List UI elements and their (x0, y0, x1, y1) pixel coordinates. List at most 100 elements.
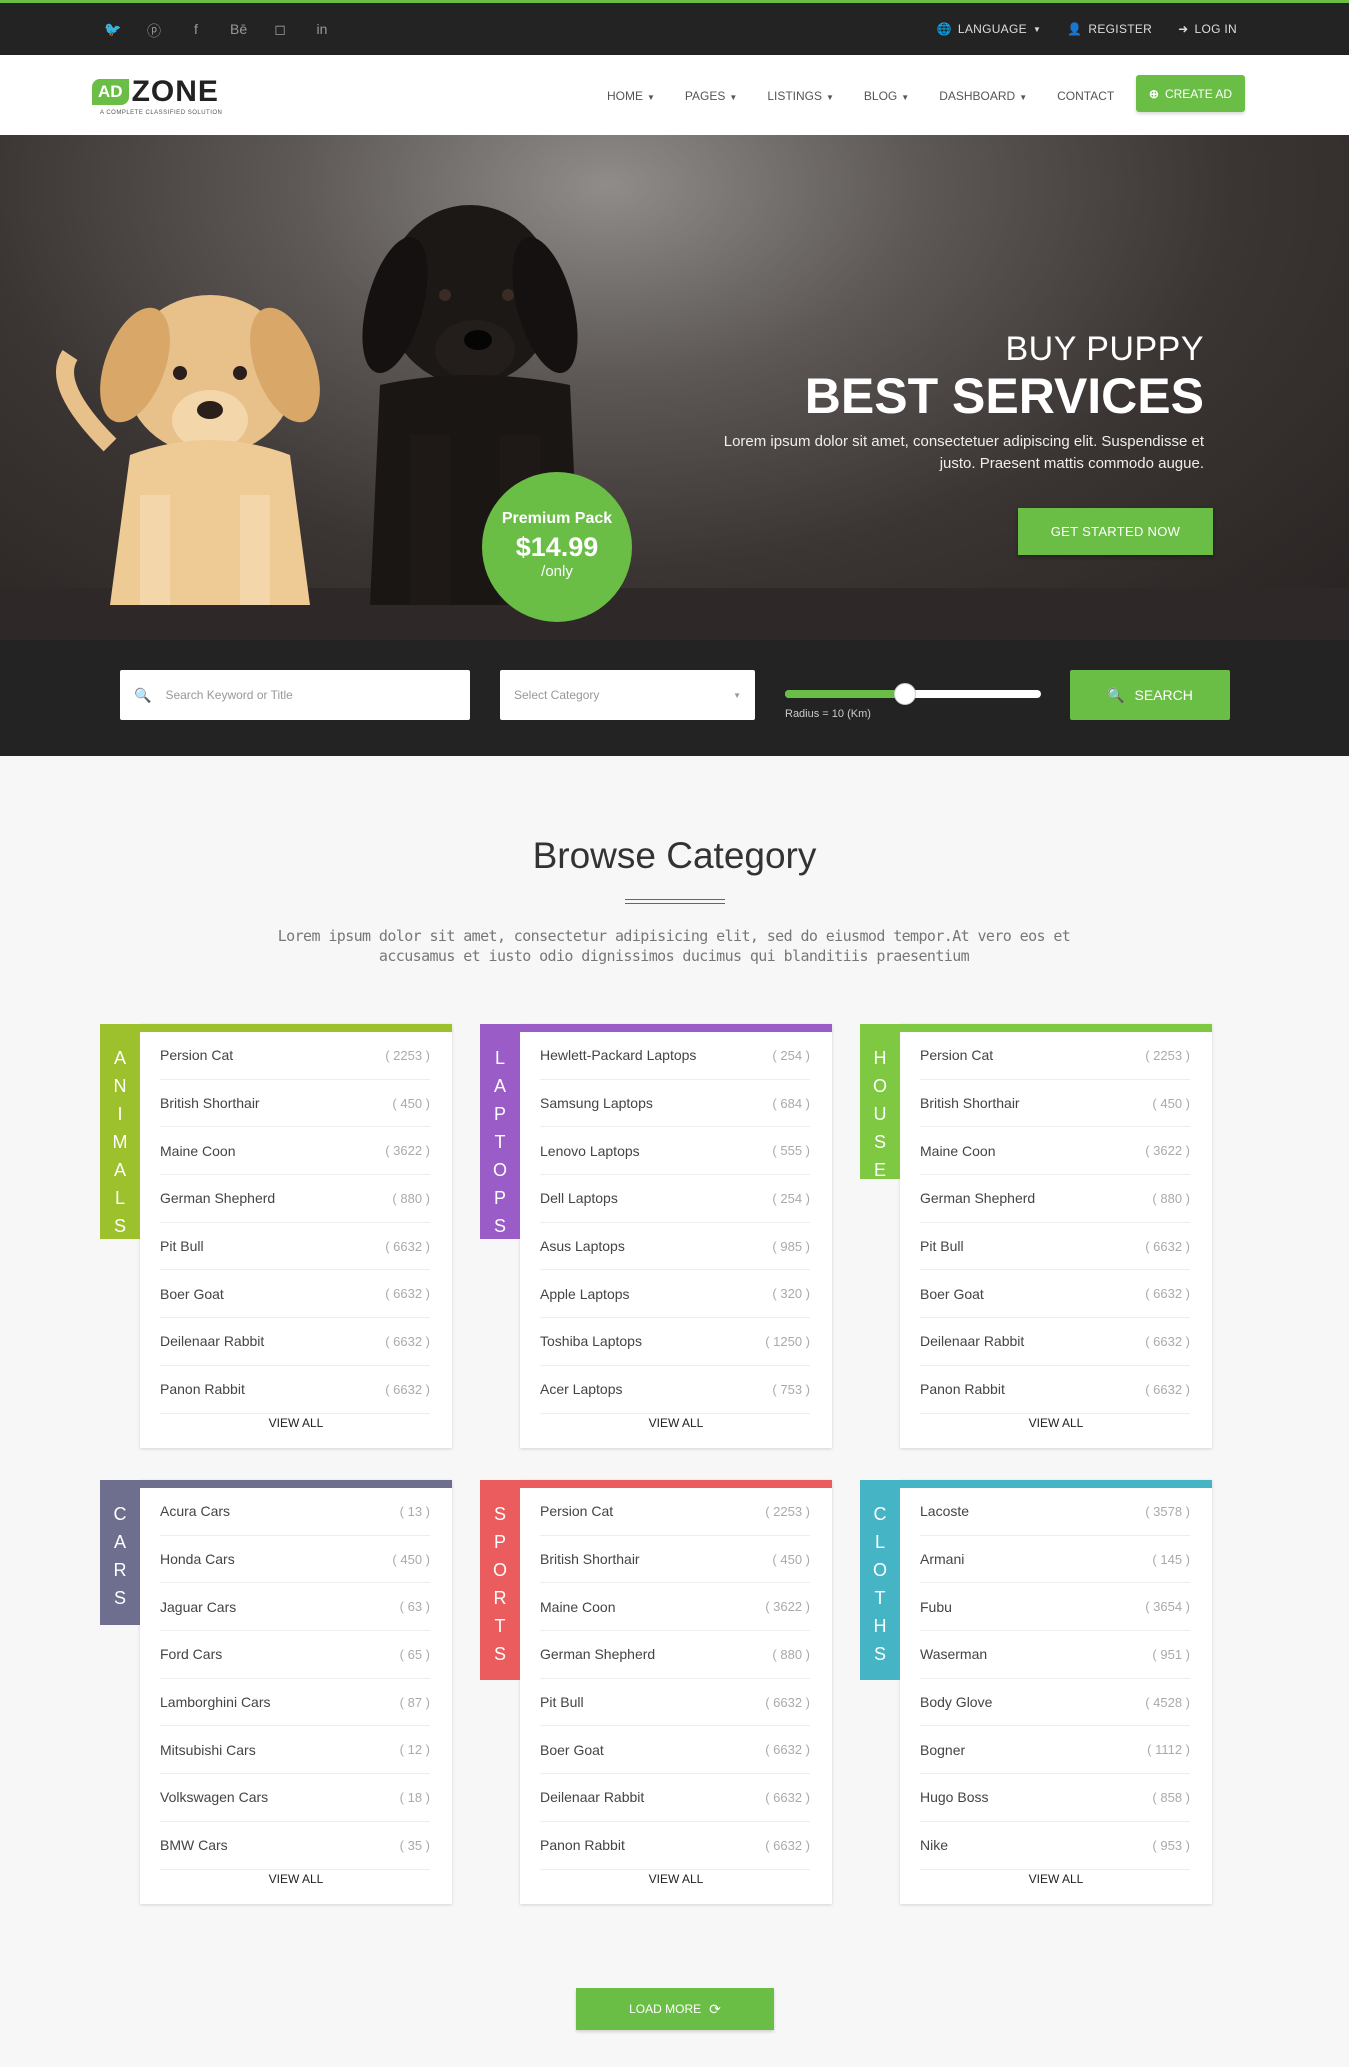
view-all-link[interactable]: VIEW ALL (900, 1398, 1212, 1448)
view-all-link[interactable]: VIEW ALL (520, 1398, 832, 1448)
list-item[interactable]: German Shepherd ( 880 ) (540, 1631, 810, 1679)
list-item[interactable]: Pit Bull ( 6632 ) (160, 1223, 430, 1271)
globe-icon: 🌐 (936, 22, 952, 36)
list-item[interactable]: Boer Goat ( 6632 ) (540, 1726, 810, 1775)
chevron-down-icon: ▼ (826, 93, 834, 102)
nav-item-dashboard[interactable]: DASHBOARD ▼ (939, 89, 1027, 103)
list-item[interactable]: British Shorthair ( 450 ) (160, 1080, 430, 1128)
category-label[interactable]: HOUSE (860, 1024, 900, 1180)
register-link[interactable]: 👤 REGISTER (1067, 22, 1152, 36)
hero-title-line1: BUY PUPPY (1005, 330, 1204, 368)
radius-slider[interactable] (785, 683, 1041, 705)
view-all-link[interactable]: VIEW ALL (900, 1854, 1212, 1904)
list-item[interactable]: Jaguar Cars ( 63 ) (160, 1583, 430, 1632)
nav-item-contact[interactable]: CONTACT (1057, 89, 1114, 103)
list-item[interactable]: Boer Goat ( 6632 ) (920, 1270, 1190, 1319)
list-item[interactable]: British Shorthair ( 450 ) (540, 1536, 810, 1584)
list-item[interactable]: Fubu ( 3654 ) (920, 1583, 1190, 1632)
item-count: ( 6632 ) (765, 1742, 810, 1758)
list-item[interactable]: Honda Cars ( 450 ) (160, 1536, 430, 1584)
item-count: ( 18 ) (399, 1789, 430, 1805)
item-count: ( 880 ) (772, 1646, 810, 1662)
list-item[interactable]: Maine Coon ( 3622 ) (920, 1127, 1190, 1176)
linkedin-icon[interactable]: in (314, 21, 330, 41)
list-item[interactable]: Pit Bull ( 6632 ) (920, 1223, 1190, 1271)
category-label[interactable]: CLOTHS (860, 1480, 900, 1680)
list-item[interactable]: Persion Cat ( 2253 ) (160, 1032, 430, 1080)
keyword-search-input[interactable]: 🔍 Search Keyword or Title (120, 670, 470, 720)
list-item[interactable]: Deilenaar Rabbit ( 6632 ) (540, 1774, 810, 1822)
logo-ad: AD (92, 79, 129, 105)
list-item[interactable]: Hugo Boss ( 858 ) (920, 1774, 1190, 1822)
load-more-button[interactable]: LOAD MORE ⟳ (576, 1988, 774, 2030)
list-item[interactable]: German Shepherd ( 880 ) (160, 1175, 430, 1223)
view-all-link[interactable]: VIEW ALL (140, 1398, 452, 1448)
list-item[interactable]: Apple Laptops ( 320 ) (540, 1270, 810, 1319)
list-item[interactable]: Samsung Laptops ( 684 ) (540, 1080, 810, 1128)
list-item[interactable]: Deilenaar Rabbit ( 6632 ) (160, 1318, 430, 1366)
twitter-icon[interactable]: 🐦 (104, 21, 121, 41)
list-item[interactable]: Lenovo Laptops ( 555 ) (540, 1127, 810, 1176)
category-label[interactable]: LAPTOPS (480, 1024, 520, 1239)
list-item[interactable]: Mitsubishi Cars ( 12 ) (160, 1726, 430, 1775)
list-item[interactable]: Asus Laptops ( 985 ) (540, 1223, 810, 1271)
list-item[interactable]: Bogner ( 1112 ) (920, 1726, 1190, 1775)
language-selector[interactable]: 🌐 LANGUAGE ▼ (937, 22, 1042, 36)
category-label[interactable]: SPORTS (480, 1480, 520, 1680)
nav-item-listings[interactable]: LISTINGS ▼ (767, 89, 834, 103)
logo[interactable]: AD ZONE A COMPLETE CLASSIFIED SOLUTION (92, 75, 222, 116)
list-item[interactable]: British Shorthair ( 450 ) (920, 1080, 1190, 1128)
item-name: Boer Goat (540, 1741, 604, 1758)
item-name: Hugo Boss (920, 1789, 989, 1806)
item-name: Persion Cat (540, 1503, 614, 1520)
list-item[interactable]: Persion Cat ( 2253 ) (920, 1032, 1190, 1080)
list-item[interactable]: Maine Coon ( 3622 ) (160, 1127, 430, 1176)
view-all-link[interactable]: VIEW ALL (520, 1854, 832, 1904)
item-count: ( 6632 ) (1145, 1381, 1190, 1397)
category-label[interactable]: ANIMALS (100, 1024, 140, 1239)
item-name: Hewlett-Packard Laptops (540, 1047, 697, 1064)
nav-item-blog[interactable]: BLOG ▼ (864, 89, 909, 103)
category-label[interactable]: CARS (100, 1480, 140, 1625)
category-accent-bar (140, 1480, 452, 1488)
list-item[interactable]: Lacoste ( 3578 ) (920, 1488, 1190, 1536)
list-item[interactable]: Ford Cars ( 65 ) (160, 1631, 430, 1679)
item-count: ( 880 ) (1152, 1190, 1190, 1206)
get-started-button[interactable]: GET STARTED NOW (1018, 508, 1213, 555)
behance-icon[interactable]: Bē (230, 21, 247, 41)
premium-pack-badge[interactable]: Premium Pack $14.99 /only (482, 472, 632, 622)
list-item[interactable]: Pit Bull ( 6632 ) (540, 1679, 810, 1727)
list-item[interactable]: Dell Laptops ( 254 ) (540, 1175, 810, 1223)
search-button[interactable]: 🔍 SEARCH (1070, 670, 1230, 720)
category-select[interactable]: Select Category ▼ (500, 670, 755, 720)
nav-item-pages[interactable]: PAGES ▼ (685, 89, 737, 103)
view-all-link[interactable]: VIEW ALL (140, 1854, 452, 1904)
facebook-icon[interactable]: f (188, 21, 204, 41)
list-item[interactable]: Boer Goat ( 6632 ) (160, 1270, 430, 1319)
item-count: ( 254 ) (772, 1190, 810, 1206)
list-item[interactable]: Lamborghini Cars ( 87 ) (160, 1679, 430, 1727)
hero-banner: Premium Pack $14.99 /only BUY PUPPY BEST… (0, 135, 1349, 640)
list-item[interactable]: German Shepherd ( 880 ) (920, 1175, 1190, 1223)
login-link[interactable]: ➜ LOG IN (1178, 22, 1237, 36)
list-item[interactable]: Hewlett-Packard Laptops ( 254 ) (540, 1032, 810, 1080)
list-item[interactable]: Toshiba Laptops ( 1250 ) (540, 1318, 810, 1366)
list-item[interactable]: Volkswagen Cars ( 18 ) (160, 1774, 430, 1822)
instagram-icon[interactable]: ◻ (272, 21, 288, 41)
list-item[interactable]: Persion Cat ( 2253 ) (540, 1488, 810, 1536)
item-name: Ford Cars (160, 1646, 223, 1663)
nav-item-home[interactable]: HOME ▼ (607, 89, 655, 103)
item-count: ( 6632 ) (385, 1381, 430, 1397)
slider-handle[interactable] (894, 683, 917, 705)
list-item[interactable]: Waserman ( 951 ) (920, 1631, 1190, 1679)
item-name: Pit Bull (160, 1238, 204, 1255)
chevron-down-icon: ▼ (1032, 24, 1042, 34)
list-item[interactable]: Maine Coon ( 3622 ) (540, 1583, 810, 1632)
list-item[interactable]: Armani ( 145 ) (920, 1536, 1190, 1584)
create-ad-button[interactable]: ⊕ CREATE AD (1136, 75, 1245, 112)
list-item[interactable]: Acura Cars ( 13 ) (160, 1488, 430, 1536)
pinterest-icon[interactable]: ⓟ (146, 21, 162, 41)
list-item[interactable]: Deilenaar Rabbit ( 6632 ) (920, 1318, 1190, 1366)
item-name: Panon Rabbit (540, 1837, 625, 1854)
list-item[interactable]: Body Glove ( 4528 ) (920, 1679, 1190, 1727)
